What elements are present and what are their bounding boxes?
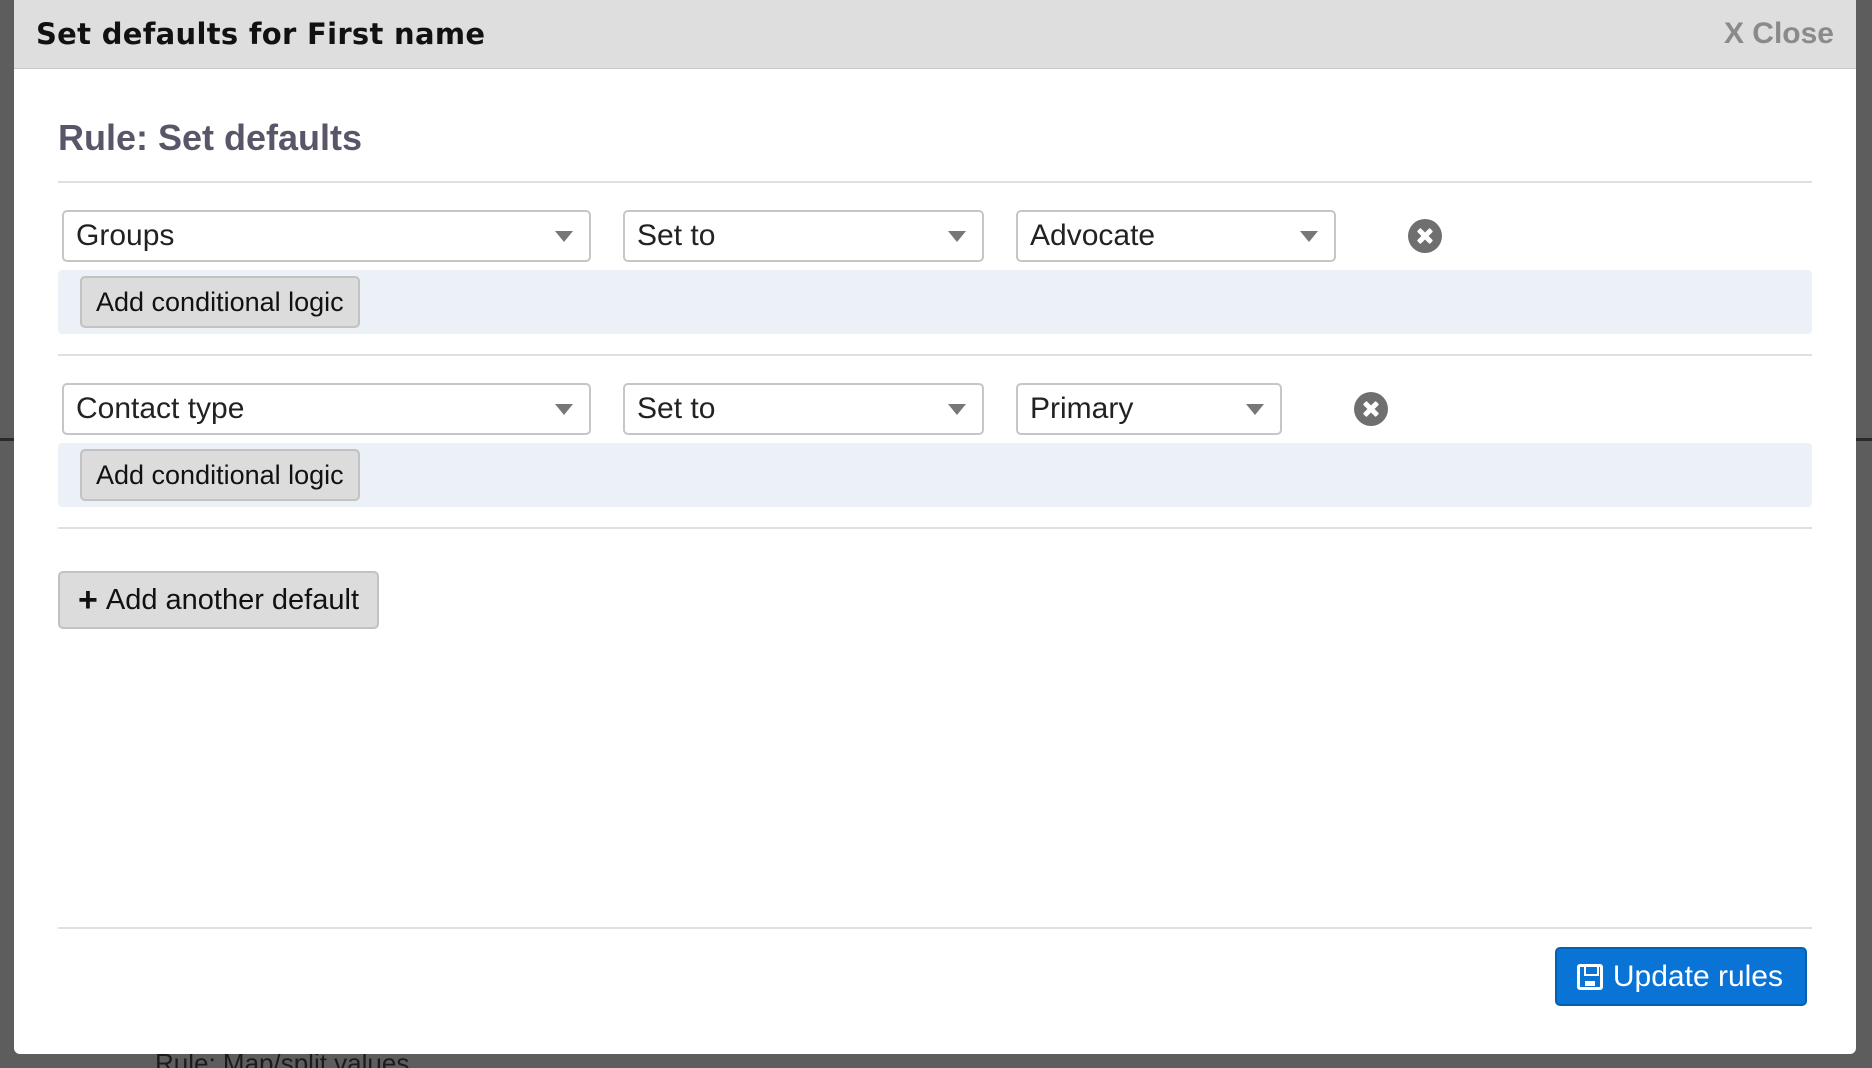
chevron-down-icon xyxy=(555,231,573,242)
background-divider-right xyxy=(1856,438,1872,441)
default-rule-1: Groups Set to Advocate Add conditional l… xyxy=(58,183,1812,356)
value-select-value: Primary xyxy=(1030,392,1134,425)
add-conditional-logic-button[interactable]: Add conditional logic xyxy=(80,449,360,501)
value-select[interactable]: Primary xyxy=(1016,383,1282,435)
update-rules-button[interactable]: Update rules xyxy=(1554,947,1807,1006)
modal-header: Set defaults for First name X Close xyxy=(14,0,1856,69)
modal-body: Rule: Set defaults Groups Set to Advocat… xyxy=(14,117,1856,629)
update-rules-label: Update rules xyxy=(1612,959,1783,993)
default-row: Groups Set to Advocate xyxy=(58,210,1812,262)
modal-title: Set defaults for First name xyxy=(36,17,486,51)
field-select[interactable]: Groups xyxy=(62,210,591,262)
rule-heading: Rule: Set defaults xyxy=(58,117,1812,183)
footer-divider xyxy=(58,927,1812,929)
operator-select[interactable]: Set to xyxy=(623,210,984,262)
add-another-default-button[interactable]: + Add another default xyxy=(58,571,380,629)
field-select[interactable]: Contact type xyxy=(62,383,591,435)
save-icon xyxy=(1576,963,1603,990)
background-divider xyxy=(0,438,14,441)
field-select-value: Groups xyxy=(76,219,175,252)
value-select[interactable]: Advocate xyxy=(1016,210,1336,262)
chevron-down-icon xyxy=(1300,231,1318,242)
chevron-down-icon xyxy=(1246,404,1264,415)
add-another-default-label: Add another default xyxy=(105,583,360,616)
remove-default-icon[interactable] xyxy=(1354,392,1388,426)
plus-icon: + xyxy=(78,581,98,619)
default-row: Contact type Set to Primary xyxy=(58,383,1812,435)
remove-default-icon[interactable] xyxy=(1408,219,1442,253)
default-rule-2: Contact type Set to Primary Add conditio… xyxy=(58,356,1812,529)
value-select-value: Advocate xyxy=(1030,219,1156,252)
operator-select[interactable]: Set to xyxy=(623,383,984,435)
field-select-value: Contact type xyxy=(76,392,245,425)
operator-select-value: Set to xyxy=(637,392,716,425)
chevron-down-icon xyxy=(948,404,966,415)
set-defaults-modal: Set defaults for First name X Close Rule… xyxy=(14,0,1856,1054)
close-button[interactable]: X Close xyxy=(1724,17,1834,51)
add-conditional-logic-button[interactable]: Add conditional logic xyxy=(80,276,360,328)
operator-select-value: Set to xyxy=(637,219,716,252)
chevron-down-icon xyxy=(948,231,966,242)
conditional-logic-area: Add conditional logic xyxy=(58,443,1812,507)
conditional-logic-area: Add conditional logic xyxy=(58,270,1812,334)
chevron-down-icon xyxy=(555,404,573,415)
